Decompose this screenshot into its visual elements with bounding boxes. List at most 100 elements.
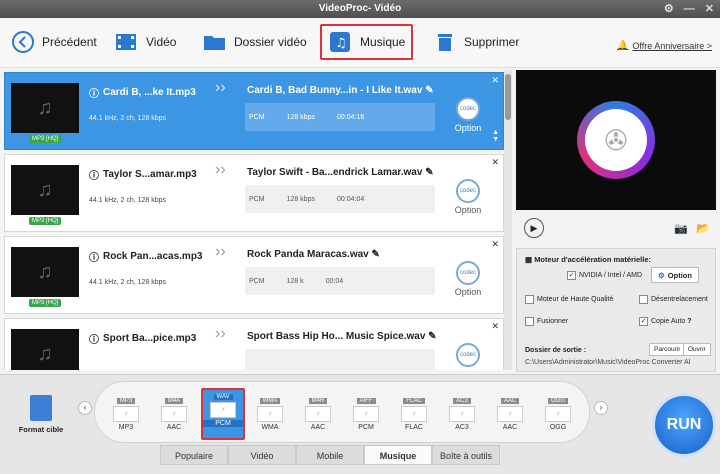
folder-icon[interactable]: 📂	[696, 222, 710, 235]
format-item[interactable]: M4R ♪ AAC	[301, 394, 335, 438]
format-tag: WAV	[213, 394, 233, 400]
remove-item-icon[interactable]: ✕	[491, 239, 499, 250]
info-icon[interactable]: ⓘ	[89, 331, 99, 346]
format-item-selected[interactable]: WAV ♪ PCM	[201, 388, 245, 440]
option-button[interactable]: codec	[453, 343, 483, 369]
high-quality-checkbox[interactable]: Moteur de Haute Qualité	[525, 295, 613, 304]
back-button[interactable]: Précédent	[10, 26, 97, 58]
camera-icon[interactable]: 📷	[674, 222, 688, 235]
option-button[interactable]: codec Option	[453, 179, 483, 215]
remove-item-icon[interactable]: ✕	[491, 75, 499, 86]
output-name: Rock Panda Maracas.wav	[247, 249, 369, 260]
close-icon[interactable]: ✕	[705, 0, 714, 18]
tab-populaire[interactable]: Populaire	[160, 445, 228, 465]
video-add-icon	[114, 31, 140, 53]
audio-file-icon: ♪	[305, 406, 331, 422]
codec-gear-icon: codec	[456, 179, 480, 203]
format-tag: OGG	[547, 398, 568, 404]
videoproc-logo-icon: ✇	[577, 101, 655, 179]
audio-file-icon: ♪	[161, 406, 187, 422]
info-icon[interactable]: ⓘ	[89, 85, 99, 100]
bitrate-value: 128 kbps	[286, 113, 315, 121]
output-path[interactable]: C:\Users\Administrator\Music\VideoProc C…	[525, 359, 691, 366]
open-button[interactable]: Ouvrir	[683, 343, 711, 356]
format-tag: AIFF	[356, 398, 376, 404]
accel-title: Moteur d'accélération matérielle:	[534, 255, 652, 264]
bottom-panel: Format cible ‹ MP3 ♪ MP3 M4A ♪ AAC WAV ♪ PCM W…	[0, 374, 720, 474]
format-item[interactable]: MP3 ♪ MP3	[109, 394, 143, 438]
music-add-icon: ♫	[328, 31, 354, 53]
format-item[interactable]: FLAC ♪ FLAC	[397, 394, 431, 438]
next-format-icon[interactable]: ›	[594, 401, 608, 415]
help-icon[interactable]: ?	[687, 318, 691, 325]
prev-format-icon[interactable]: ‹	[78, 401, 92, 415]
merge-checkbox[interactable]: Fusionner	[525, 317, 568, 326]
minimize-icon[interactable]: —	[684, 0, 695, 18]
edit-icon[interactable]: ✎	[372, 249, 380, 260]
format-item[interactable]: WMA ♪ WMA	[253, 394, 287, 438]
info-icon[interactable]: ⓘ	[89, 167, 99, 182]
format-item[interactable]: AIFF ♪ PCM	[349, 394, 383, 438]
format-item[interactable]: AAC ♪ AAC	[493, 394, 527, 438]
checkbox-icon	[525, 295, 534, 304]
nvidia-checkbox[interactable]: ✓ NVIDIA / Intel / AMD	[567, 271, 642, 280]
accel-option-button[interactable]: ⚙ Option	[651, 267, 699, 283]
output-details: PCM 128 kbps 00:04:16	[245, 103, 435, 131]
browse-button[interactable]: Parcourir	[649, 343, 686, 356]
format-item[interactable]: M4A ♪ AAC	[157, 394, 191, 438]
remove-item-icon[interactable]: ✕	[491, 321, 499, 332]
anniversary-link[interactable]: 🔔 Offre Anniversaire >	[617, 40, 712, 51]
title-bar: VideoProc- Vidéo ⚙ — ✕	[0, 0, 720, 18]
source-name: Cardi B, ...ke It.mp3	[103, 87, 196, 98]
tab-mobile[interactable]: Mobile	[296, 445, 364, 465]
output-folder-label: Dossier de sortie :	[525, 347, 587, 354]
source-info: 44.1 kHz, 2 ch, 128 kbps	[89, 197, 167, 204]
info-icon[interactable]: ⓘ	[89, 249, 99, 264]
list-item[interactable]: ♫ MP3 [HQ] ⓘ Rock Pan...acas.mp3 44.1 kHz…	[4, 236, 504, 314]
remove-item-icon[interactable]: ✕	[491, 157, 499, 168]
list-scrollbar[interactable]	[504, 70, 512, 370]
tab-video[interactable]: Vidéo	[228, 445, 296, 465]
gear-icon: ⚙	[658, 270, 665, 280]
option-button[interactable]: codec Option	[453, 261, 483, 297]
back-arrow-icon	[10, 31, 36, 53]
scrollbar-thumb[interactable]	[505, 74, 511, 120]
delete-button[interactable]: Supprimer	[432, 26, 519, 58]
add-music-button[interactable]: ♫ Musique	[320, 24, 414, 60]
format-tag: WMA	[259, 398, 281, 404]
source-info: 44.1 kHz, 2 ch, 128 kbps	[89, 115, 167, 122]
edit-icon[interactable]: ✎	[425, 85, 433, 96]
trash-icon	[432, 31, 458, 53]
play-icon[interactable]: ▶	[524, 218, 544, 238]
deinterlace-checkbox[interactable]: Désentrelacement	[639, 295, 708, 304]
format-label: MP3	[118, 424, 134, 431]
reorder-arrows-icon[interactable]: ▲ ▼	[492, 129, 499, 143]
auto-copy-checkbox[interactable]: ✓ Copie Auto ?	[639, 317, 691, 326]
format-tag: MP3	[116, 398, 136, 404]
format-tag: M4A	[164, 398, 184, 404]
deinterlace-label: Désentrelacement	[651, 296, 708, 303]
edit-icon[interactable]: ✎	[425, 167, 433, 178]
tab-boite-a-outils[interactable]: Boîte à outils	[432, 445, 500, 465]
format-item[interactable]: AC3 ♪ AC3	[445, 394, 479, 438]
checkbox-checked-icon: ✓	[567, 271, 576, 280]
run-button[interactable]: RUN	[652, 393, 716, 457]
format-item[interactable]: OGG ♪ OGG	[541, 394, 575, 438]
option-label: Option	[454, 205, 482, 215]
add-folder-button[interactable]: Dossier vidéo	[202, 26, 307, 58]
tab-musique[interactable]: Musique	[364, 445, 432, 465]
audio-file-icon: ♪	[257, 406, 283, 422]
list-item[interactable]: ♫ MP3 [HQ] ⓘ Taylor S...amar.mp3 44.1 kHz…	[4, 154, 504, 232]
music-thumbnail: ♫	[11, 247, 79, 297]
target-format-button[interactable]: Format cible	[14, 395, 68, 434]
list-item[interactable]: ♫ MP3 [HQ] ⓘ Cardi B, ...ke It.mp3 44.1 k…	[4, 72, 504, 150]
file-list: ♫ MP3 [HQ] ⓘ Cardi B, ...ke It.mp3 44.1 k…	[4, 70, 504, 370]
settings-icon[interactable]: ⚙	[664, 0, 674, 18]
music-thumbnail: ♫	[11, 329, 79, 370]
format-label: WMA	[261, 424, 279, 431]
edit-icon[interactable]: ✎	[428, 331, 436, 342]
add-video-button[interactable]: Vidéo	[114, 26, 176, 58]
convert-arrow-icon: ››	[215, 325, 226, 342]
list-item[interactable]: ♫ ⓘ Sport Ba...pice.mp3 ›› Sport Bass Hip…	[4, 318, 504, 370]
option-button[interactable]: codec Option	[453, 97, 483, 133]
